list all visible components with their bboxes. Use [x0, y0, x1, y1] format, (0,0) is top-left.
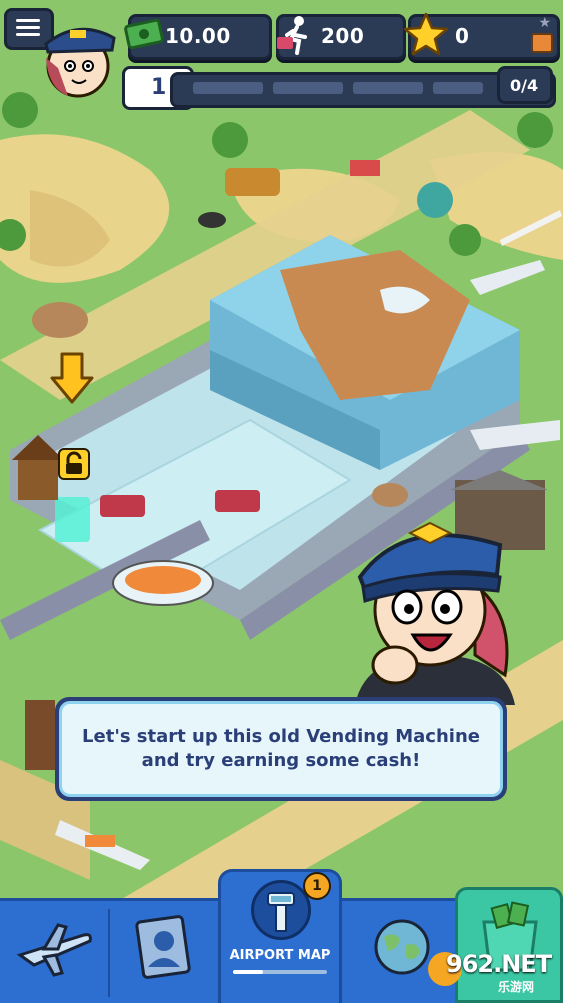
nav-planes[interactable]: [0, 901, 108, 1003]
airport-scene[interactable]: [0, 0, 563, 1000]
airport-map-underline-fill: [233, 970, 263, 974]
cash-icon: [123, 11, 169, 57]
dialog-body: Let's start up this old Vending Machine …: [59, 701, 503, 797]
player-avatar[interactable]: [28, 8, 124, 104]
guide-arrow-icon: [50, 352, 94, 406]
nav-airport-map[interactable]: 1 AIRPORT MAP: [218, 869, 342, 1003]
progress-counter: 0/4: [497, 66, 553, 104]
star-counter[interactable]: 0 ★: [403, 12, 560, 60]
progress-segment: [193, 82, 263, 94]
star-icon: [403, 11, 449, 57]
globe-icon: [374, 919, 430, 975]
passenger-counter[interactable]: 200: [276, 14, 406, 60]
progress-segment: [433, 82, 483, 94]
progress-segment: [273, 82, 343, 94]
cash-counter[interactable]: 10.00: [124, 14, 272, 60]
watermark-brand: 962.NET: [446, 950, 552, 978]
chest-icon[interactable]: [531, 33, 553, 53]
nav-staff[interactable]: [110, 901, 218, 1003]
level-value: 1: [151, 75, 167, 100]
pilot-character: [335, 505, 535, 705]
watermark-sub: 乐游网: [498, 980, 535, 994]
star-value: 0: [455, 24, 470, 48]
dialog-text: Let's start up this old Vending Machine …: [82, 726, 480, 771]
notification-badge: 1: [303, 872, 331, 900]
lock-icon[interactable]: [58, 448, 90, 480]
staff-card-icon: [135, 915, 191, 979]
tutorial-dialog[interactable]: Let's start up this old Vending Machine …: [55, 697, 507, 801]
control-tower-icon: [251, 880, 311, 940]
cash-value: 10.00: [165, 24, 231, 48]
airplane-icon: [16, 923, 92, 977]
rank-star-icon: ★: [538, 15, 551, 31]
passenger-value: 200: [321, 24, 365, 48]
airport-map-label: AIRPORT MAP: [229, 948, 331, 963]
watermark: 962.NET 乐游网: [428, 950, 558, 996]
traveler-icon: [271, 11, 317, 57]
progress-value: 0/4: [510, 76, 539, 95]
progress-segment: [353, 82, 423, 94]
